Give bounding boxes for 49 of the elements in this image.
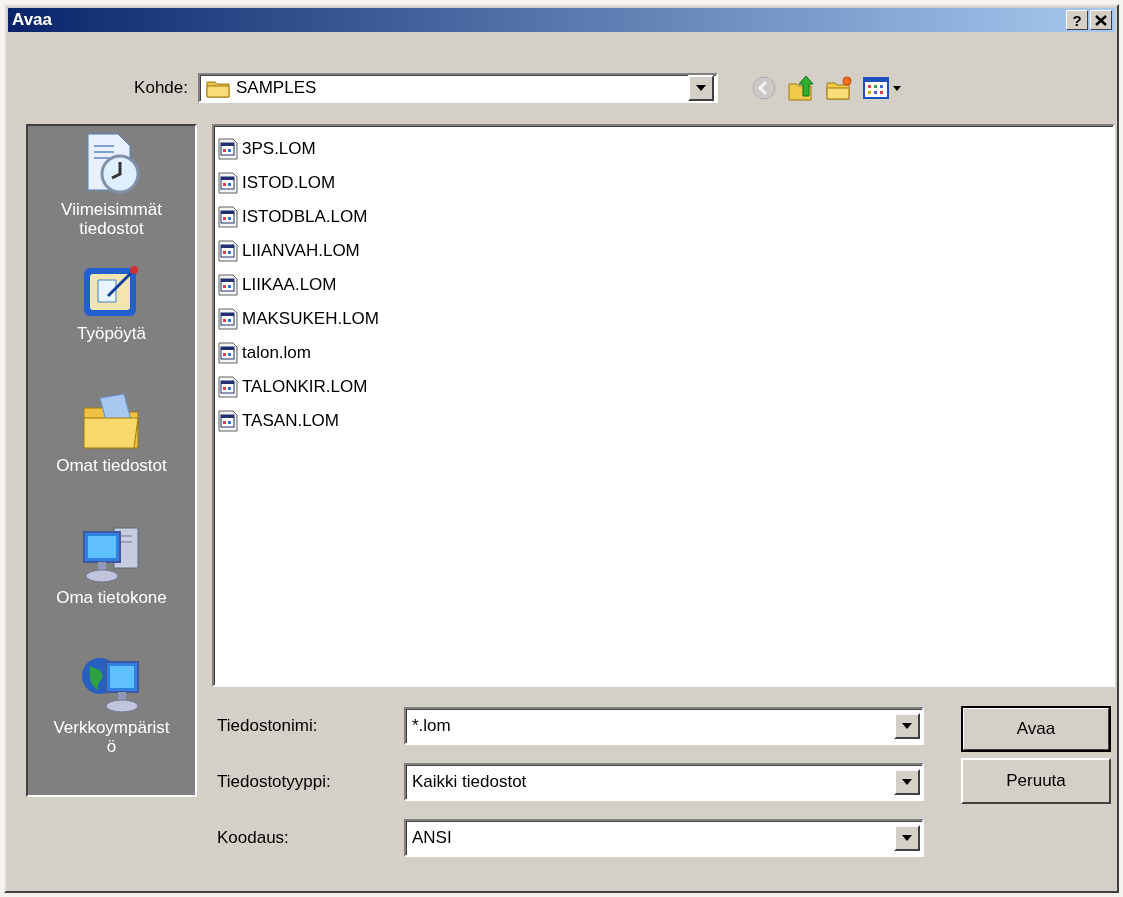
close-icon	[1095, 14, 1107, 26]
file-icon	[218, 342, 238, 364]
dropdown-button[interactable]	[688, 75, 714, 101]
caret-icon	[901, 722, 913, 730]
file-item[interactable]: ISTODBLA.LOM	[218, 200, 371, 234]
field-label: Tiedostonimi:	[216, 716, 319, 736]
folder-icon	[206, 78, 230, 98]
places-item[interactable]: Työpöytä	[36, 262, 187, 392]
file-item[interactable]: ISTOD.LOM	[218, 166, 339, 200]
help-button[interactable]: ?	[1066, 10, 1088, 30]
close-button[interactable]	[1090, 10, 1112, 30]
dropdown-button[interactable]	[894, 769, 920, 795]
file-icon	[218, 410, 238, 432]
dropdown-button[interactable]	[894, 713, 920, 739]
caret-icon	[901, 834, 913, 842]
file-icon	[218, 206, 238, 228]
file-item[interactable]: talon.lom	[218, 336, 314, 370]
file-icon	[218, 274, 238, 296]
caret-icon	[901, 778, 913, 786]
file-type-dropdown[interactable]: Kaikki tiedostot	[404, 763, 924, 801]
look-in-label: Kohde:	[133, 78, 189, 98]
look-in-dropdown[interactable]: SAMPLES	[198, 73, 718, 103]
places-item[interactable]: Viimeisimmät tiedostot	[36, 132, 187, 262]
file-icon	[218, 172, 238, 194]
places-item[interactable]: Oma tietokone	[36, 522, 187, 652]
open-button[interactable]: Avaa	[961, 706, 1111, 752]
encoding-dropdown[interactable]: ANSI	[404, 819, 924, 857]
up-folder-icon[interactable]	[787, 74, 815, 102]
file-name-field[interactable]: *.lom	[404, 707, 924, 745]
file-icon	[218, 240, 238, 262]
file-item[interactable]: 3PS.LOM	[218, 132, 319, 166]
view-menu-icon[interactable]	[863, 76, 903, 100]
window-title: Avaa	[12, 10, 52, 30]
file-item[interactable]: LIIANVAH.LOM	[218, 234, 363, 268]
field-label: Tiedostotyyppi:	[216, 772, 332, 792]
file-item[interactable]: MAKSUKEH.LOM	[218, 302, 382, 336]
file-icon	[218, 308, 238, 330]
file-item[interactable]: LIIKAA.LOM	[218, 268, 340, 302]
places-item[interactable]: Verkkoympäristö	[36, 652, 187, 782]
file-item[interactable]: TASAN.LOM	[218, 404, 342, 438]
file-icon	[218, 376, 238, 398]
file-item[interactable]: TALONKIR.LOM	[218, 370, 371, 404]
new-folder-icon[interactable]	[825, 75, 853, 101]
cancel-button[interactable]: Peruuta	[961, 758, 1111, 804]
file-icon	[218, 138, 238, 160]
places-item[interactable]: Omat tiedostot	[36, 392, 187, 522]
caret-icon	[695, 84, 707, 92]
dropdown-button[interactable]	[894, 825, 920, 851]
field-label: Koodaus:	[216, 828, 290, 848]
